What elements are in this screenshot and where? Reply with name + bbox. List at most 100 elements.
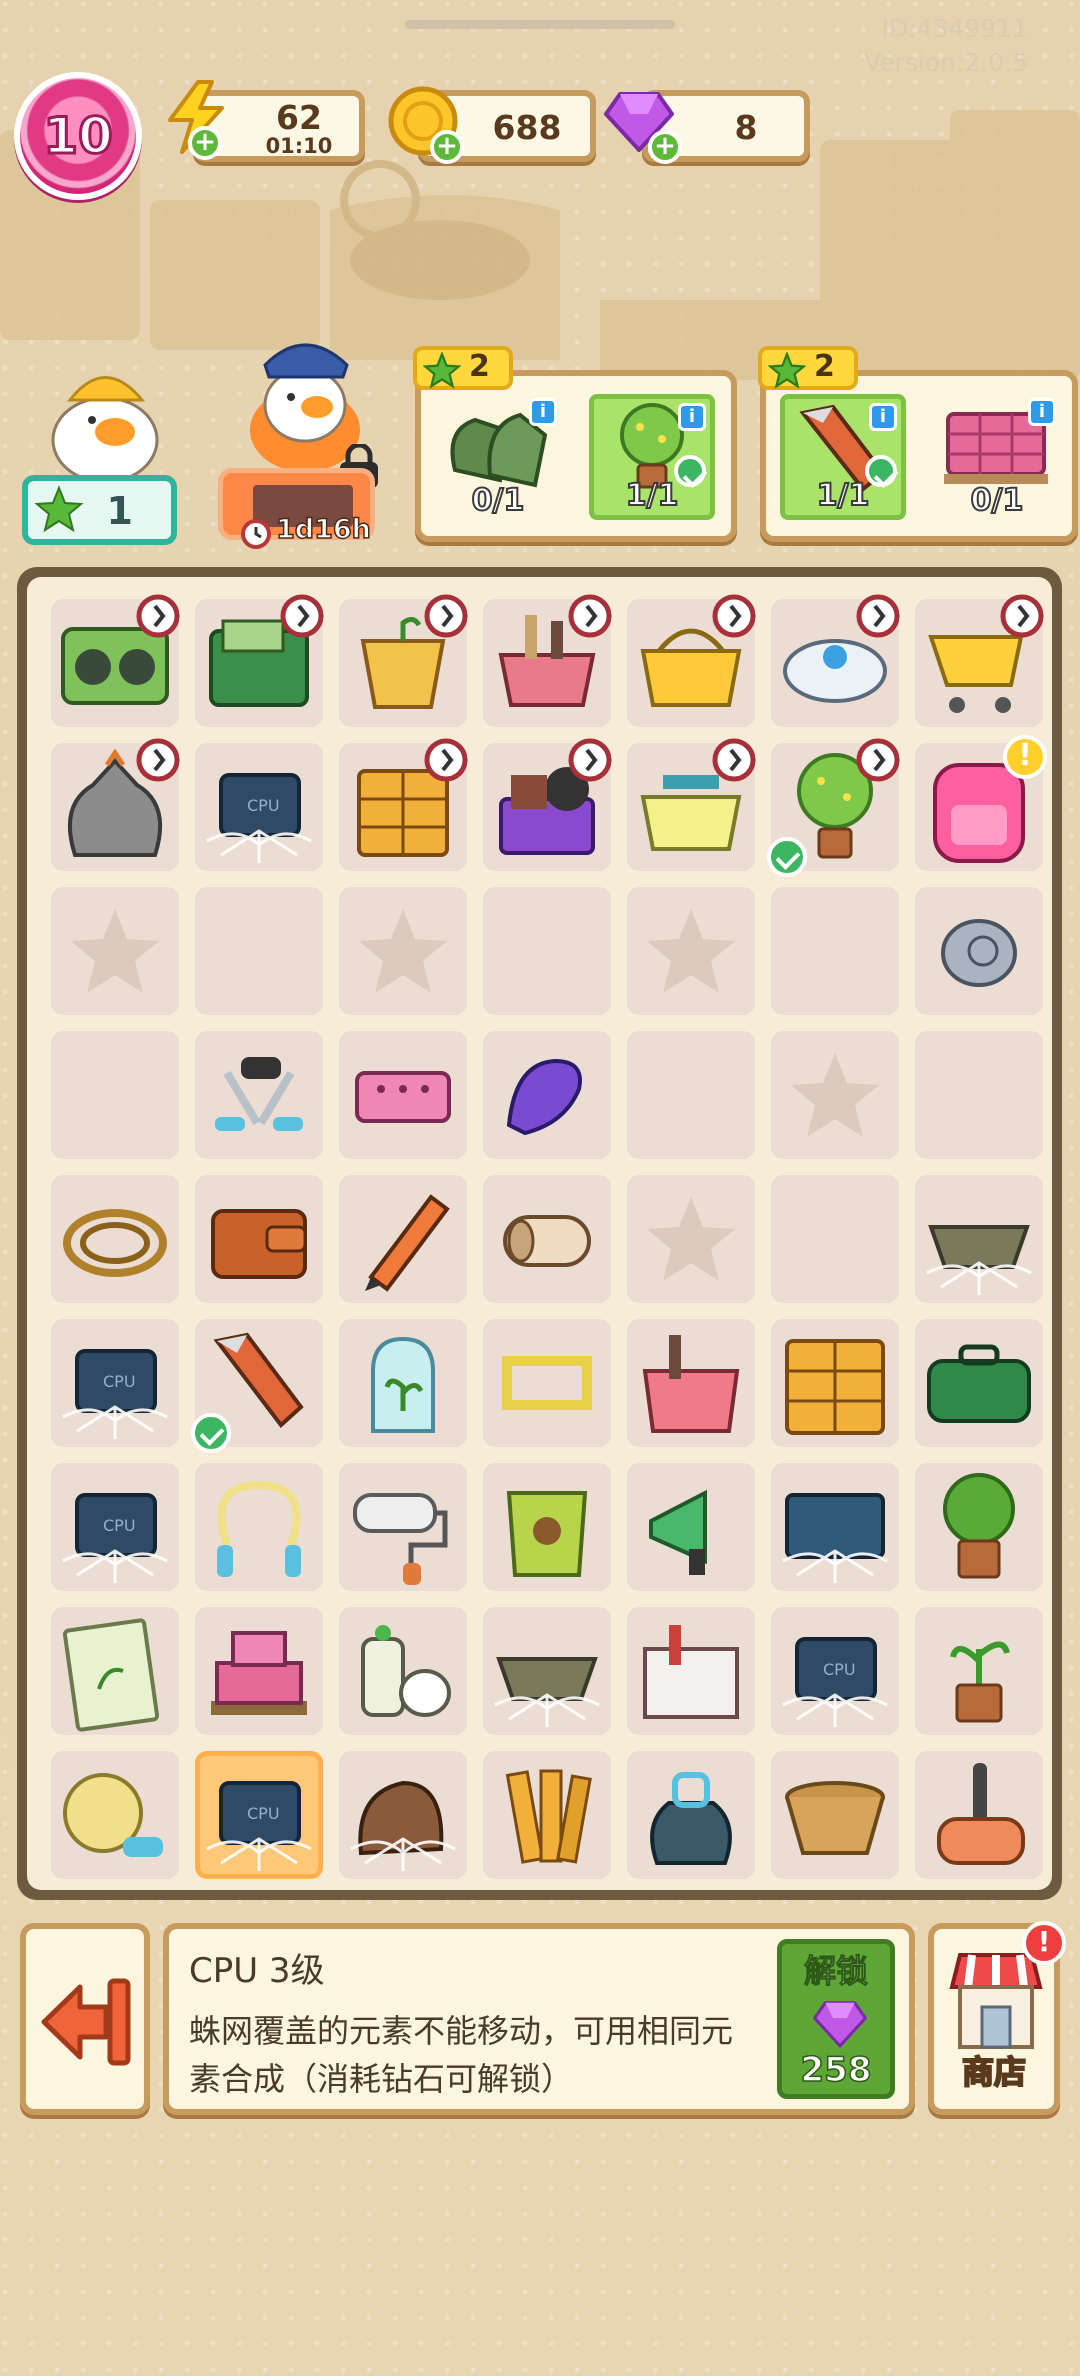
info-icon[interactable]: i bbox=[678, 403, 706, 431]
board-cell-tray-web[interactable] bbox=[475, 1599, 619, 1743]
board-cell-tool-basket[interactable] bbox=[475, 591, 619, 735]
board-cell-robot-vacuum[interactable] bbox=[763, 591, 907, 735]
board-cell-megaphone[interactable] bbox=[619, 1455, 763, 1599]
board-cell-plant-jar[interactable] bbox=[331, 1311, 475, 1455]
shop-label: 商店 bbox=[961, 2052, 1027, 2092]
board-cell-grip-trainer[interactable] bbox=[187, 1023, 331, 1167]
order-item-gloves[interactable]: 0/1 i bbox=[435, 394, 561, 520]
info-icon[interactable]: i bbox=[869, 403, 897, 431]
svg-text:CPU: CPU bbox=[247, 796, 280, 815]
level-value: 10 bbox=[42, 106, 115, 167]
board-cell-brick-pile[interactable] bbox=[187, 1599, 331, 1743]
duck-worker-character[interactable] bbox=[30, 360, 180, 480]
board-cell-wood-planks[interactable] bbox=[475, 1743, 619, 1887]
board-cell-gym-bag[interactable] bbox=[619, 1743, 763, 1887]
timer-lock-icon bbox=[280, 594, 324, 638]
board-cell-wallet[interactable] bbox=[187, 1167, 331, 1311]
info-icon[interactable]: i bbox=[1028, 398, 1056, 426]
board-cell-circuit-web[interactable] bbox=[763, 1455, 907, 1599]
shop-button[interactable]: 商店 ! bbox=[928, 1921, 1066, 2115]
board-cell-potted-tree[interactable] bbox=[763, 735, 907, 879]
order-item-potted-tree[interactable]: 1/1 i bbox=[589, 394, 715, 520]
board-cell-flower-pot[interactable] bbox=[331, 591, 475, 735]
home-indicator bbox=[405, 20, 675, 29]
gem-icon bbox=[813, 2001, 867, 2048]
board-cell-jump-rope[interactable] bbox=[187, 1455, 331, 1599]
star-counter: 1 bbox=[22, 475, 177, 545]
board-cell-tray-web[interactable] bbox=[907, 1167, 1051, 1311]
board-cell-cpu-web-selected[interactable]: CPU bbox=[187, 1743, 331, 1887]
board-cell-yarn-ball[interactable] bbox=[43, 1743, 187, 1887]
board-cell-rope[interactable] bbox=[43, 1167, 187, 1311]
board-cell-cabinet[interactable] bbox=[331, 735, 475, 879]
order-reward-tag: 2 bbox=[758, 346, 858, 390]
board-cell-pink-brick[interactable] bbox=[331, 1023, 475, 1167]
board-cell-bush-pot[interactable] bbox=[907, 1455, 1051, 1599]
order-card-1[interactable]: 2 0/1 i 1/1 i bbox=[413, 346, 737, 542]
board-cell-seed-bag[interactable] bbox=[475, 1455, 619, 1599]
clock-icon bbox=[241, 519, 271, 549]
board-cell-pencil[interactable] bbox=[331, 1167, 475, 1311]
player-level-badge[interactable]: 10 bbox=[14, 72, 142, 200]
add-energy-button[interactable]: + bbox=[188, 126, 222, 160]
board-cell-tool-crate[interactable] bbox=[619, 1311, 763, 1455]
board-cell-empty-star bbox=[619, 1167, 763, 1311]
unlock-cost: 258 bbox=[800, 2049, 872, 2091]
board-cell-glove-web[interactable] bbox=[331, 1743, 475, 1887]
cpu-web-icon: CPU bbox=[206, 773, 312, 863]
order-item-box-cutter[interactable]: 1/1 i bbox=[780, 394, 906, 520]
board-cell-green-case[interactable] bbox=[907, 1311, 1051, 1455]
board-cell-shopping-cart[interactable] bbox=[907, 591, 1051, 735]
timer-lock-icon bbox=[136, 738, 180, 782]
board-cell-drawer-cabinet[interactable] bbox=[763, 1311, 907, 1455]
svg-text:CPU: CPU bbox=[103, 1372, 136, 1391]
pink-brick-icon bbox=[355, 1071, 451, 1123]
board-cell-purple-basket[interactable] bbox=[475, 735, 619, 879]
board-cell-backpack[interactable]: ! bbox=[907, 735, 1051, 879]
snail-shell-icon bbox=[941, 919, 1017, 987]
megaphone-icon bbox=[649, 1489, 707, 1575]
empty-icon bbox=[629, 1033, 753, 1157]
board-cell-purple-clip[interactable] bbox=[475, 1023, 619, 1167]
board-cell-cpu-web[interactable]: CPU bbox=[763, 1599, 907, 1743]
board-cell-snail-shell[interactable] bbox=[907, 879, 1051, 1023]
exit-button[interactable] bbox=[20, 1923, 150, 2115]
board-inner: CPU! CPU CPU CPU CPU bbox=[27, 577, 1052, 1890]
board-cell-box-cutter[interactable] bbox=[187, 1311, 331, 1455]
empty-icon bbox=[485, 889, 609, 1013]
board-cell-mallet[interactable] bbox=[907, 1743, 1051, 1887]
board-cell-wicker-basket[interactable] bbox=[763, 1743, 907, 1887]
visitor-timer: 1d16h bbox=[275, 513, 371, 546]
board-cell-dumbbell-basket[interactable] bbox=[619, 735, 763, 879]
add-gems-button[interactable]: + bbox=[648, 130, 682, 164]
board-cell-tool-box[interactable] bbox=[619, 1599, 763, 1743]
svg-text:CPU: CPU bbox=[103, 1516, 136, 1535]
board-cell-radio[interactable] bbox=[43, 591, 187, 735]
order-item-count: 0/1 bbox=[970, 482, 1025, 519]
add-coins-button[interactable]: + bbox=[430, 130, 464, 164]
checkmark-icon bbox=[865, 455, 897, 487]
empty-icon bbox=[773, 1177, 897, 1301]
mallet-icon bbox=[937, 1763, 1025, 1865]
empty-icon bbox=[197, 889, 321, 1013]
timer-lock-icon bbox=[568, 738, 612, 782]
board-cell-paper-roll[interactable] bbox=[475, 1167, 619, 1311]
info-icon[interactable]: i bbox=[529, 398, 557, 426]
timer-lock-icon bbox=[1000, 594, 1044, 638]
board-cell-cpu-web[interactable]: CPU bbox=[43, 1311, 187, 1455]
board-cell-shopping-basket[interactable] bbox=[619, 591, 763, 735]
board-cell-plant-manual[interactable] bbox=[43, 1599, 187, 1743]
board-cell-yellow-frame[interactable] bbox=[475, 1311, 619, 1455]
order-item-brick-pallet[interactable]: 0/1 i bbox=[934, 394, 1060, 520]
board-cell-cpu-web[interactable]: CPU bbox=[43, 1455, 187, 1599]
board-cell-spray-cans[interactable] bbox=[331, 1599, 475, 1743]
board-cell-sprout-pot[interactable] bbox=[907, 1599, 1051, 1743]
board-cell-paint-roller[interactable] bbox=[331, 1455, 475, 1599]
unlock-button[interactable]: 解锁 258 bbox=[777, 1939, 895, 2099]
order-card-2[interactable]: 2 1/1 i 0/1 i bbox=[758, 346, 1078, 542]
board-cell-empty bbox=[763, 879, 907, 1023]
board-cell-cpu-web[interactable]: CPU bbox=[187, 735, 331, 879]
board-cell-toolbox-cash[interactable] bbox=[187, 591, 331, 735]
board-cell-garbage-bag[interactable] bbox=[43, 735, 187, 879]
purple-clip-icon bbox=[506, 1058, 582, 1136]
